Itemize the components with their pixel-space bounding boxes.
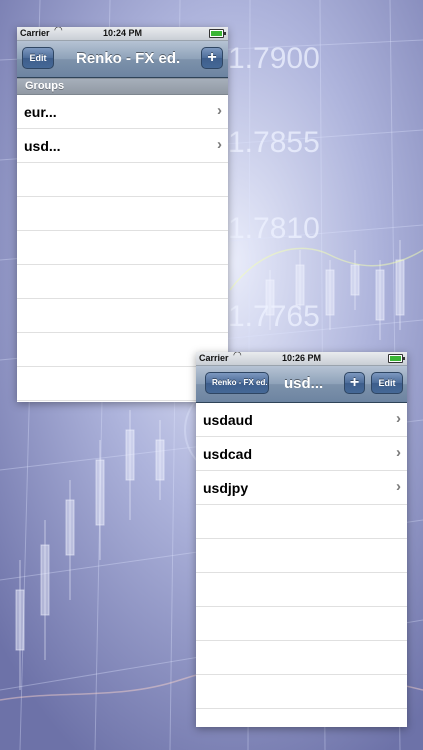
chevron-right-icon: › <box>217 136 222 153</box>
list-item[interactable]: usd... › <box>17 129 228 163</box>
navigation-bar: Edit Renko - FX ed. + <box>17 41 228 78</box>
empty-row <box>196 675 407 709</box>
chevron-right-icon: › <box>217 102 222 119</box>
battery-icon <box>388 354 405 363</box>
chevron-right-icon: › <box>396 444 401 461</box>
list-item-label: usdjpy <box>203 480 249 496</box>
nav-title: usd... <box>284 375 324 392</box>
empty-row <box>196 573 407 607</box>
add-button[interactable]: + <box>201 47 223 69</box>
list-item[interactable]: usdcad › <box>196 437 407 471</box>
navigation-bar: Renko - FX ed. usd... + Edit <box>196 366 407 403</box>
empty-row <box>196 641 407 675</box>
pairs-screen: Carrier ◠ 10:26 PM Renko - FX ed. usd...… <box>196 352 407 727</box>
list-item-label: usdaud <box>203 412 253 428</box>
empty-row <box>17 231 228 265</box>
empty-row <box>17 163 228 197</box>
axis-label: 1.7900 <box>228 42 320 75</box>
axis-label: 1.7810 <box>228 212 320 245</box>
empty-row <box>196 607 407 641</box>
empty-row <box>17 197 228 231</box>
empty-row <box>17 265 228 299</box>
list-item[interactable]: eur... › <box>17 95 228 129</box>
axis-label: 1.7765 <box>228 300 320 333</box>
list-item-label: usdcad <box>203 446 253 462</box>
status-time: 10:24 PM <box>102 28 143 38</box>
status-bar: Carrier ◠ 10:24 PM <box>17 27 228 41</box>
list-item[interactable]: usdaud › <box>196 403 407 437</box>
back-button-label: Renko - FX ed. <box>212 378 268 387</box>
empty-row <box>196 709 407 727</box>
status-bar: Carrier ◠ 10:26 PM <box>196 352 407 366</box>
section-header-groups: Groups <box>17 78 228 95</box>
chevron-right-icon: › <box>396 410 401 427</box>
status-time: 10:26 PM <box>281 353 322 363</box>
list-item-label: eur... <box>24 104 57 120</box>
pairs-list: usdaud › usdcad › usdjpy › <box>196 403 407 727</box>
edit-button[interactable]: Edit <box>22 47 54 69</box>
back-button[interactable]: Renko - FX ed. <box>205 372 269 394</box>
empty-row <box>17 299 228 333</box>
add-button[interactable]: + <box>344 372 365 394</box>
list-item-label: usd... <box>24 138 61 154</box>
groups-screen: Carrier ◠ 10:24 PM Edit Renko - FX ed. +… <box>17 27 228 402</box>
empty-row <box>196 539 407 573</box>
battery-icon <box>209 29 226 38</box>
list-item[interactable]: usdjpy › <box>196 471 407 505</box>
axis-label: 1.7855 <box>228 126 320 159</box>
empty-row <box>196 505 407 539</box>
nav-title: Renko - FX ed. <box>76 50 181 67</box>
edit-button[interactable]: Edit <box>371 372 403 394</box>
chevron-right-icon: › <box>396 478 401 495</box>
